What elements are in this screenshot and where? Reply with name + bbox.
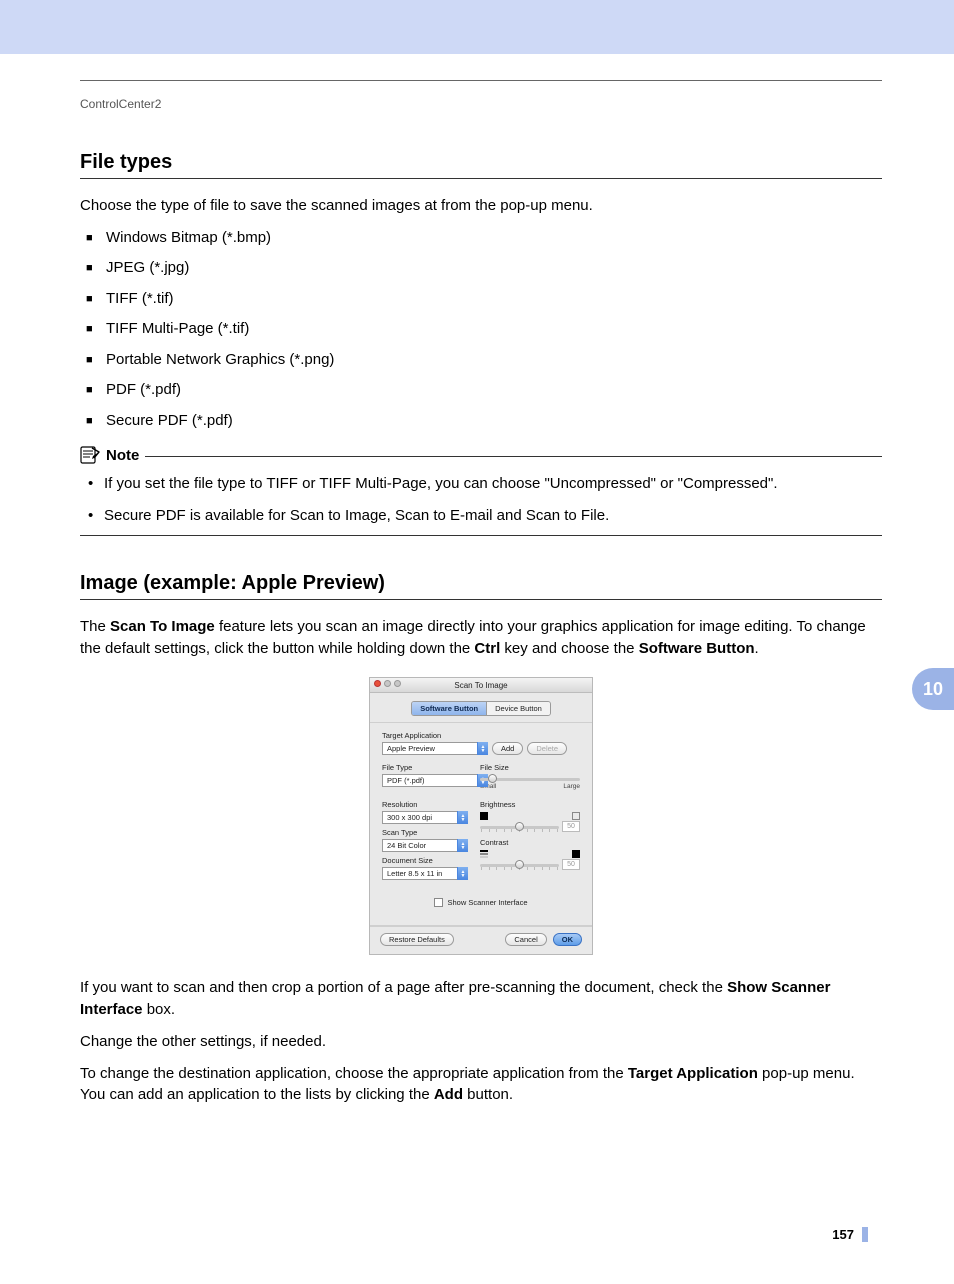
show-scanner-interface-label: Show Scanner Interface (447, 898, 527, 907)
section-rule (80, 178, 882, 179)
contrast-value[interactable]: 50 (562, 859, 580, 870)
select-value: 24 Bit Color (387, 841, 426, 850)
updown-arrows-icon: ▲▼ (457, 867, 468, 880)
window-controls[interactable] (374, 680, 401, 687)
list-item: TIFF (*.tif) (86, 288, 882, 311)
contrast-low-icon (480, 850, 488, 858)
note-item: If you set the file type to TIFF or TIFF… (86, 472, 882, 495)
brightness-label: Brightness (480, 800, 580, 809)
cancel-button[interactable]: Cancel (505, 933, 546, 946)
close-icon[interactable] (374, 680, 381, 687)
scan-to-image-dialog: Scan To Image Software Button Device But… (369, 677, 593, 955)
contrast-label: Contrast (480, 838, 580, 847)
contrast-high-icon (572, 850, 580, 858)
file-types-intro: Choose the type of file to save the scan… (80, 195, 882, 217)
tab-segmented-control[interactable]: Software Button Device Button (411, 701, 551, 716)
list-item: Windows Bitmap (*.bmp) (86, 227, 882, 250)
tab-software-button[interactable]: Software Button (412, 702, 486, 715)
updown-arrows-icon: ▲▼ (477, 742, 488, 755)
scan-type-label: Scan Type (382, 828, 468, 837)
note-list: If you set the file type to TIFF or TIFF… (86, 472, 882, 527)
updown-arrows-icon: ▲▼ (457, 839, 468, 852)
target-application-paragraph: To change the destination application, c… (80, 1063, 882, 1107)
top-header-bar (0, 0, 954, 54)
list-item: Secure PDF (*.pdf) (86, 410, 882, 433)
brightness-low-icon (480, 812, 488, 820)
file-size-label: File Size (480, 763, 580, 772)
select-value: Apple Preview (387, 744, 435, 753)
note-header-rule (145, 456, 882, 457)
bold-text: Software Button (639, 640, 755, 657)
ok-button[interactable]: OK (553, 933, 582, 946)
brightness-slider[interactable] (480, 826, 559, 829)
contrast-slider[interactable] (480, 864, 559, 867)
select-value: Letter 8.5 x 11 in (387, 869, 442, 878)
resolution-select[interactable]: 300 x 300 dpi ▲▼ (382, 811, 468, 824)
document-size-select[interactable]: Letter 8.5 x 11 in ▲▼ (382, 867, 468, 880)
file-type-label: File Type (382, 763, 468, 772)
list-item: JPEG (*.jpg) (86, 257, 882, 280)
scan-type-select[interactable]: 24 Bit Color ▲▼ (382, 839, 468, 852)
minimize-icon[interactable] (384, 680, 391, 687)
brightness-value[interactable]: 50 (562, 821, 580, 832)
show-scanner-paragraph: If you want to scan and then crop a port… (80, 977, 882, 1021)
bold-text: Scan To Image (110, 618, 215, 635)
list-item: TIFF Multi-Page (*.tif) (86, 318, 882, 341)
text: If you want to scan and then crop a port… (80, 979, 727, 996)
tab-device-button[interactable]: Device Button (486, 702, 550, 715)
zoom-icon[interactable] (394, 680, 401, 687)
text: key and choose the (500, 640, 638, 657)
list-item: PDF (*.pdf) (86, 379, 882, 402)
file-size-slider[interactable] (480, 778, 580, 781)
dialog-titlebar: Scan To Image (370, 678, 592, 693)
dialog-title: Scan To Image (454, 681, 507, 690)
note-icon (80, 446, 100, 464)
file-size-large-label: Large (563, 783, 580, 790)
text: . (755, 640, 759, 657)
image-intro-paragraph: The Scan To Image feature lets you scan … (80, 616, 882, 660)
note-header: Note (80, 446, 882, 464)
section-title-file-types: File types (80, 151, 882, 174)
top-rule (80, 80, 882, 81)
show-scanner-interface-checkbox[interactable] (434, 898, 443, 907)
delete-button[interactable]: Delete (527, 742, 567, 755)
brightness-high-icon (572, 812, 580, 820)
change-settings-paragraph: Change the other settings, if needed. (80, 1031, 882, 1053)
text: button. (463, 1086, 513, 1103)
bold-text: Ctrl (474, 640, 500, 657)
note-label: Note (106, 447, 139, 464)
file-types-list: Windows Bitmap (*.bmp) JPEG (*.jpg) TIFF… (86, 227, 882, 433)
text: box. (143, 1001, 176, 1018)
select-value: PDF (*.pdf) (387, 776, 425, 785)
restore-defaults-button[interactable]: Restore Defaults (380, 933, 454, 946)
bold-text: Target Application (628, 1065, 758, 1082)
note-bottom-rule (80, 535, 882, 536)
section-title-image-example: Image (example: Apple Preview) (80, 572, 882, 595)
file-type-select[interactable]: PDF (*.pdf) ▲▼ (382, 774, 488, 787)
target-application-label: Target Application (382, 731, 580, 740)
bold-text: Add (434, 1086, 463, 1103)
list-item: Portable Network Graphics (*.png) (86, 349, 882, 372)
resolution-label: Resolution (382, 800, 468, 809)
target-application-select[interactable]: Apple Preview ▲▼ (382, 742, 488, 755)
text: The (80, 618, 110, 635)
running-head: ControlCenter2 (80, 97, 882, 111)
select-value: 300 x 300 dpi (387, 813, 432, 822)
add-button[interactable]: Add (492, 742, 523, 755)
text: To change the destination application, c… (80, 1065, 628, 1082)
note-item: Secure PDF is available for Scan to Imag… (86, 504, 882, 527)
document-size-label: Document Size (382, 856, 468, 865)
section-rule (80, 599, 882, 600)
updown-arrows-icon: ▲▼ (457, 811, 468, 824)
